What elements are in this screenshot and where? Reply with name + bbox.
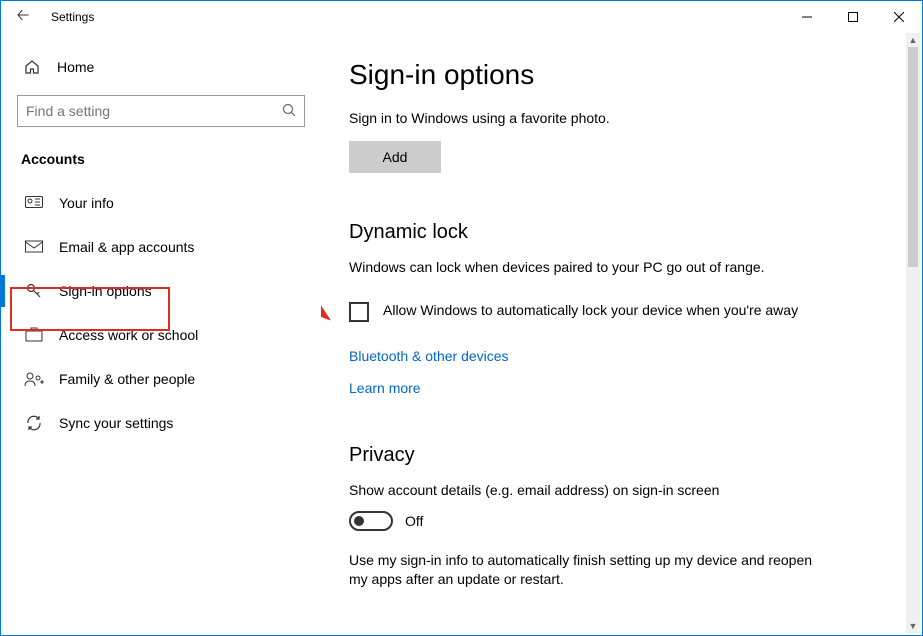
window-title: Settings	[51, 10, 94, 24]
nav-your-info[interactable]: Your info	[17, 181, 305, 225]
home-label: Home	[57, 59, 94, 75]
maximize-button[interactable]	[830, 1, 876, 33]
nav-email-accounts[interactable]: Email & app accounts	[17, 225, 305, 269]
add-button[interactable]: Add	[349, 141, 441, 173]
sidebar: Home Accounts Your info Email & app acco…	[1, 33, 321, 635]
annotation-arrow	[321, 269, 341, 329]
favorite-photo-text: Sign in to Windows using a favorite phot…	[349, 109, 894, 129]
privacy-toggle-state: Off	[405, 513, 423, 529]
privacy-detail-text: Show account details (e.g. email address…	[349, 481, 894, 501]
privacy-toggle[interactable]	[349, 511, 393, 531]
briefcase-icon	[23, 327, 45, 343]
nav-label: Email & app accounts	[59, 239, 194, 255]
close-icon	[894, 12, 904, 22]
key-icon	[23, 282, 45, 300]
nav-access-work[interactable]: Access work or school	[17, 313, 305, 357]
sync-icon	[23, 414, 45, 432]
learn-more-link[interactable]: Learn more	[349, 380, 894, 396]
maximize-icon	[848, 12, 858, 22]
nav-sync[interactable]: Sync your settings	[17, 401, 305, 445]
nav-label: Sign-in options	[59, 283, 152, 299]
dynamic-lock-checkbox-label: Allow Windows to automatically lock your…	[383, 301, 798, 321]
bluetooth-link[interactable]: Bluetooth & other devices	[349, 348, 894, 364]
search-input[interactable]	[26, 103, 282, 119]
window-controls	[784, 1, 922, 33]
nav-family[interactable]: Family & other people	[17, 357, 305, 401]
content-pane: Sign-in options Sign in to Windows using…	[321, 33, 922, 635]
dynamic-lock-heading: Dynamic lock	[349, 221, 894, 244]
nav-label: Sync your settings	[59, 415, 173, 431]
dynamic-lock-desc: Windows can lock when devices paired to …	[349, 258, 869, 278]
people-icon	[23, 371, 45, 387]
scrollbar-thumb[interactable]	[908, 47, 918, 267]
page-heading: Sign-in options	[349, 59, 894, 91]
scroll-down-icon[interactable]: ▼	[906, 619, 920, 633]
scrollbar[interactable]: ▲ ▼	[906, 33, 920, 633]
nav-label: Family & other people	[59, 371, 195, 387]
search-icon	[282, 103, 296, 120]
section-accounts: Accounts	[17, 151, 305, 167]
close-button[interactable]	[876, 1, 922, 33]
signin-info-text: Use my sign-in info to automatically fin…	[349, 551, 829, 590]
person-card-icon	[23, 196, 45, 210]
dynamic-lock-checkbox[interactable]	[349, 302, 369, 322]
minimize-button[interactable]	[784, 1, 830, 33]
scroll-up-icon[interactable]: ▲	[906, 33, 920, 47]
minimize-icon	[802, 12, 812, 22]
home-icon	[21, 59, 43, 75]
privacy-heading: Privacy	[349, 444, 894, 467]
back-arrow-icon[interactable]: 🡠	[11, 4, 35, 31]
home-nav[interactable]: Home	[17, 51, 305, 83]
search-box[interactable]	[17, 95, 305, 127]
nav-label: Access work or school	[59, 327, 198, 343]
nav-label: Your info	[59, 195, 114, 211]
mail-icon	[23, 240, 45, 254]
nav-signin-options[interactable]: Sign-in options	[17, 269, 305, 313]
